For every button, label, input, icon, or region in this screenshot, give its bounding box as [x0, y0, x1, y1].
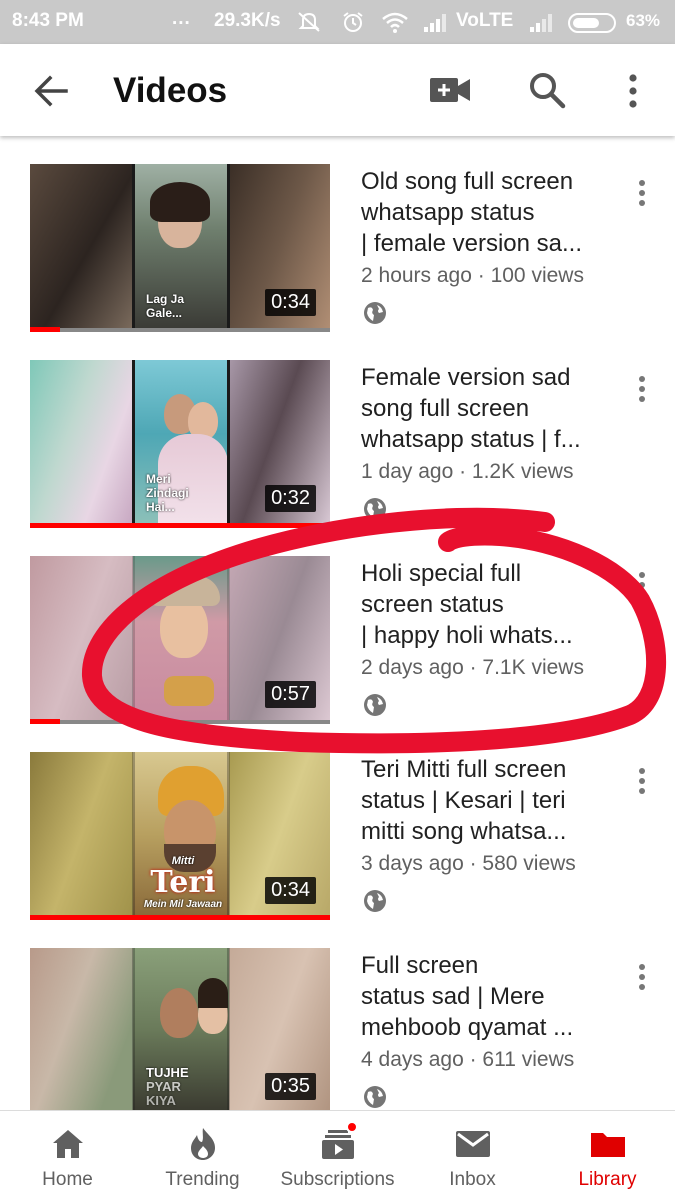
video-item[interactable]: Meri Zindagi Hai... 0:32 Female version sa…	[0, 334, 675, 530]
app-bar: Videos	[0, 44, 675, 136]
public-globe-icon	[364, 1086, 386, 1108]
video-item[interactable]: TUJHE PYAR KIYA 0:35 Full screen status sad…	[0, 922, 675, 1118]
status-dots: ...	[172, 8, 191, 29]
video-item[interactable]: Mitti Teri Mein Mil Jawaan 0:34 Teri Mit…	[0, 726, 675, 922]
video-duration: 0:34	[265, 289, 316, 316]
status-net-speed: 29.3K/s	[214, 10, 281, 31]
volte-label: VoLTE	[456, 10, 514, 31]
mail-icon	[455, 1131, 490, 1157]
video-thumbnail[interactable]: Meri Zindagi Hai... 0:32	[30, 360, 330, 528]
nav-label: Inbox	[449, 1169, 496, 1190]
search-icon[interactable]	[527, 70, 567, 110]
video-meta: 1 day ago · 1.2K views	[361, 460, 574, 483]
notification-dot	[346, 1121, 358, 1133]
video-duration: 0:34	[265, 877, 316, 904]
nav-label: Library	[578, 1169, 637, 1190]
video-thumbnail[interactable]: TUJHE PYAR KIYA 0:35	[30, 948, 330, 1116]
thumbnail-caption: Lag Ja Gale...	[146, 292, 185, 320]
video-item[interactable]: 0:57 Holi special full screen status | hap…	[0, 530, 675, 726]
watch-progress-bar	[30, 523, 330, 528]
more-options-icon[interactable]	[620, 72, 646, 110]
video-meta: 2 hours ago · 100 views	[361, 264, 584, 287]
public-globe-icon	[364, 694, 386, 716]
signal-icon	[424, 14, 446, 32]
video-meta: 2 days ago · 7.1K views	[361, 656, 584, 679]
video-options-icon[interactable]	[630, 570, 654, 600]
nav-label: Subscriptions	[280, 1169, 395, 1190]
video-meta: 3 days ago · 580 views	[361, 852, 576, 875]
nav-label: Trending	[165, 1169, 240, 1190]
thumbnail-caption: Meri Zindagi Hai...	[146, 472, 189, 514]
video-title[interactable]: Holi special full screen status | happy ho…	[361, 558, 611, 651]
video-options-icon[interactable]	[630, 374, 654, 404]
bottom-navigation: Home Trending Subscriptions Inbox Librar…	[0, 1110, 675, 1200]
home-icon	[52, 1130, 83, 1158]
page-title: Videos	[113, 71, 228, 110]
nav-trending[interactable]: Trending	[135, 1111, 270, 1200]
video-title[interactable]: Full screen status sad | Mere mehboob qyam…	[361, 950, 611, 1043]
battery-icon	[568, 13, 616, 33]
video-meta: 4 days ago · 611 views	[361, 1048, 575, 1071]
nav-subscriptions[interactable]: Subscriptions	[270, 1111, 405, 1200]
watch-progress-bar	[30, 915, 330, 920]
video-options-icon[interactable]	[630, 178, 654, 208]
status-bar: 8:43 PM ... 29.3K/s VoLTE 63%	[0, 0, 675, 44]
nav-inbox[interactable]: Inbox	[405, 1111, 540, 1200]
status-time: 8:43 PM	[12, 10, 84, 31]
flame-icon	[190, 1128, 215, 1160]
nav-home[interactable]: Home	[0, 1111, 135, 1200]
video-options-icon[interactable]	[630, 962, 654, 992]
alarm-icon	[343, 12, 363, 32]
video-duration: 0:32	[265, 485, 316, 512]
thumbnail-caption: TUJHE PYAR KIYA	[146, 1065, 189, 1108]
mute-icon	[298, 12, 320, 32]
public-globe-icon	[364, 498, 386, 520]
public-globe-icon	[364, 302, 386, 324]
video-item[interactable]: Lag Ja Gale... 0:34 Old song full screen w…	[0, 138, 675, 334]
wifi-icon	[382, 12, 408, 33]
nav-label: Home	[42, 1169, 93, 1190]
upload-video-icon[interactable]	[428, 74, 472, 106]
video-thumbnail[interactable]: Lag Ja Gale... 0:34	[30, 164, 330, 332]
video-duration: 0:35	[265, 1073, 316, 1100]
watch-progress-bar	[30, 327, 60, 332]
watch-progress-bar	[30, 719, 60, 724]
folder-icon	[590, 1133, 625, 1157]
battery-percent: 63%	[626, 11, 661, 30]
video-options-icon[interactable]	[630, 766, 654, 796]
nav-library[interactable]: Library	[540, 1111, 675, 1200]
video-title[interactable]: Female version sad song full screen whatsa…	[361, 362, 611, 455]
video-title[interactable]: Teri Mitti full screen status | Kesari | …	[361, 754, 611, 847]
public-globe-icon	[364, 890, 386, 912]
back-arrow-icon[interactable]	[30, 70, 72, 112]
video-duration: 0:57	[265, 681, 316, 708]
video-thumbnail[interactable]: 0:57	[30, 556, 330, 724]
thumbnail-caption: Mitti Teri Mein Mil Jawaan	[143, 855, 223, 910]
video-title[interactable]: Old song full screen whatsapp status | fem…	[361, 166, 611, 259]
signal-icon-2	[530, 14, 552, 32]
video-thumbnail[interactable]: Mitti Teri Mein Mil Jawaan 0:34	[30, 752, 330, 920]
